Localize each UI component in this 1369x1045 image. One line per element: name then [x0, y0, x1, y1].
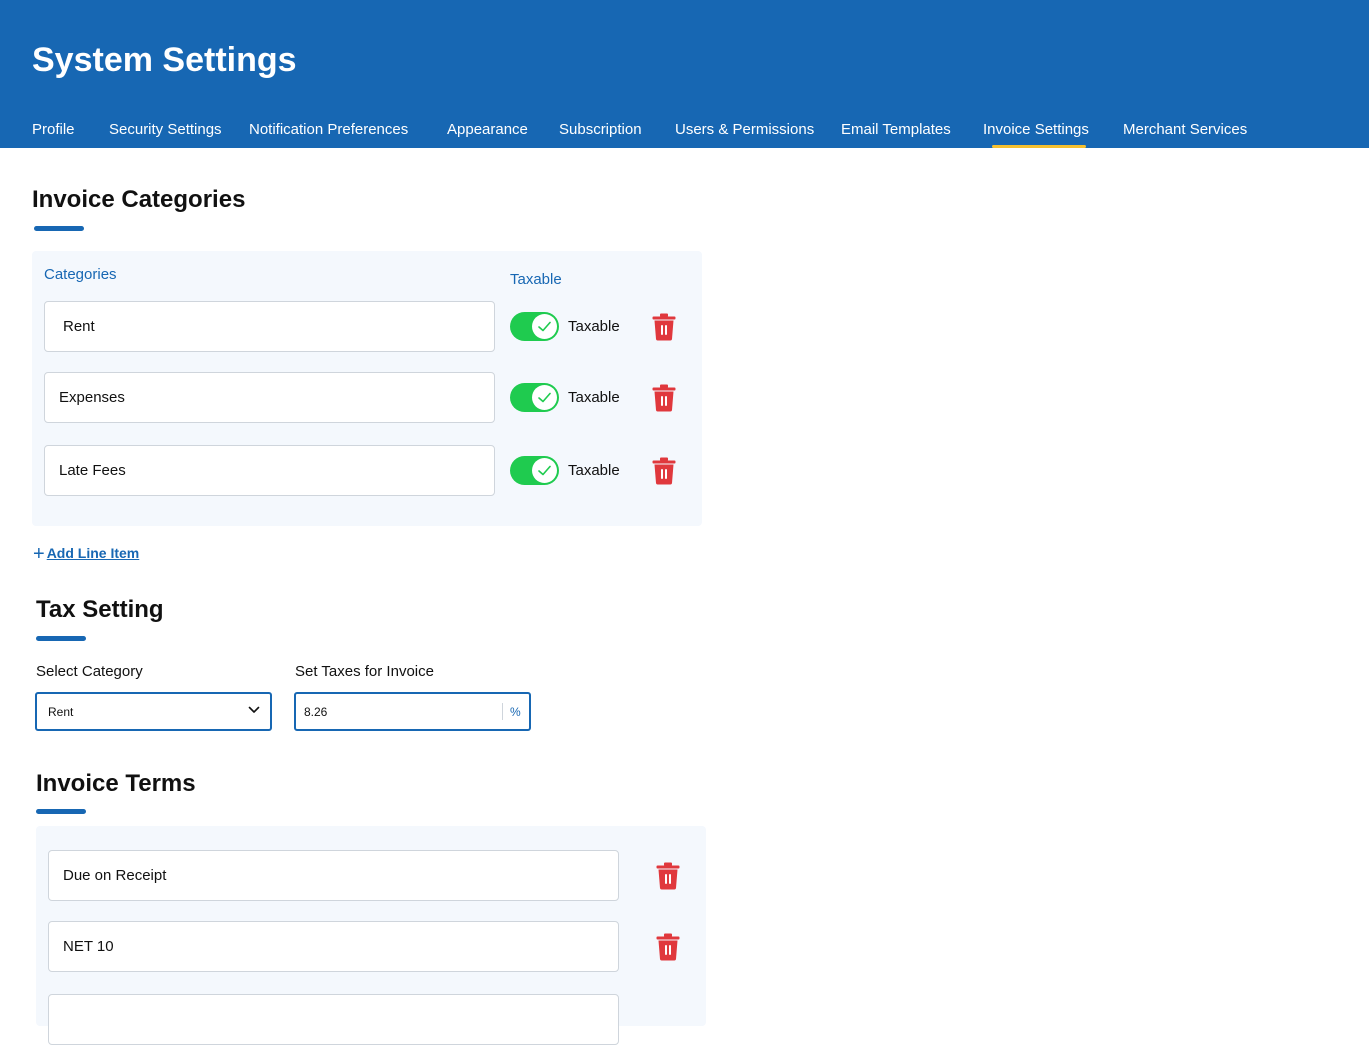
section-underline: [36, 636, 86, 641]
tab-email-templates[interactable]: Email Templates: [841, 120, 951, 140]
tab-appearance[interactable]: Appearance: [447, 120, 528, 140]
taxable-toggle-label: Taxable: [568, 389, 620, 406]
section-underline: [36, 809, 86, 814]
toggle-knob: [532, 314, 557, 339]
taxable-toggle-label: Taxable: [568, 318, 620, 335]
tab-merchant-services[interactable]: Merchant Services: [1123, 120, 1247, 140]
trash-icon[interactable]: [652, 457, 676, 485]
tab-subscription[interactable]: Subscription: [559, 120, 642, 140]
category-select-value: Rent: [48, 705, 74, 719]
check-icon: [538, 392, 551, 403]
trash-icon[interactable]: [652, 313, 676, 341]
tax-rate-field: %: [294, 692, 531, 731]
tax-rate-input[interactable]: [296, 694, 501, 729]
active-tab-indicator: [992, 145, 1086, 148]
page-title: System Settings: [32, 41, 297, 79]
trash-icon[interactable]: [652, 384, 676, 412]
invoice-terms-title: Invoice Terms: [36, 770, 196, 797]
tab-profile[interactable]: Profile: [32, 120, 75, 140]
category-select[interactable]: Rent: [35, 692, 272, 731]
tab-users-permissions[interactable]: Users & Permissions: [675, 120, 814, 140]
category-name-input[interactable]: [44, 301, 495, 352]
categories-column-label: Categories: [44, 266, 117, 283]
tab-security-settings[interactable]: Security Settings: [109, 120, 222, 140]
category-name-input[interactable]: [44, 445, 495, 496]
page-header: System Settings Profile Security Setting…: [0, 0, 1369, 148]
trash-icon[interactable]: [656, 933, 680, 961]
category-name-input[interactable]: [44, 372, 495, 423]
add-line-item-label: Add Line Item: [46, 545, 140, 561]
divider: [502, 703, 503, 720]
taxable-toggle[interactable]: [510, 456, 559, 485]
percent-suffix: %: [510, 705, 521, 719]
terms-panel: [36, 826, 706, 1045]
tab-invoice-settings[interactable]: Invoice Settings: [983, 120, 1089, 140]
toggle-knob: [532, 385, 557, 410]
chevron-down-icon: [248, 706, 260, 713]
check-icon: [538, 321, 551, 332]
term-name-input[interactable]: [48, 850, 619, 901]
categories-panel: Categories Taxable Taxable Taxable Taxab…: [32, 251, 702, 526]
add-line-item-link[interactable]: + Add Line Item: [33, 543, 139, 564]
tax-setting-title: Tax Setting: [36, 596, 164, 623]
select-category-label: Select Category: [36, 663, 143, 680]
tab-notification-preferences[interactable]: Notification Preferences: [249, 120, 408, 140]
taxable-toggle-label: Taxable: [568, 462, 620, 479]
section-underline: [34, 226, 84, 231]
taxable-column-label: Taxable: [510, 271, 562, 288]
invoice-categories-title: Invoice Categories: [32, 186, 246, 213]
taxable-toggle[interactable]: [510, 383, 559, 412]
term-name-input[interactable]: [48, 921, 619, 972]
term-name-input[interactable]: [48, 994, 619, 1045]
check-icon: [538, 465, 551, 476]
trash-icon[interactable]: [656, 862, 680, 890]
taxable-toggle[interactable]: [510, 312, 559, 341]
set-taxes-label: Set Taxes for Invoice: [295, 663, 434, 680]
plus-icon: +: [33, 543, 45, 565]
toggle-knob: [532, 458, 557, 483]
